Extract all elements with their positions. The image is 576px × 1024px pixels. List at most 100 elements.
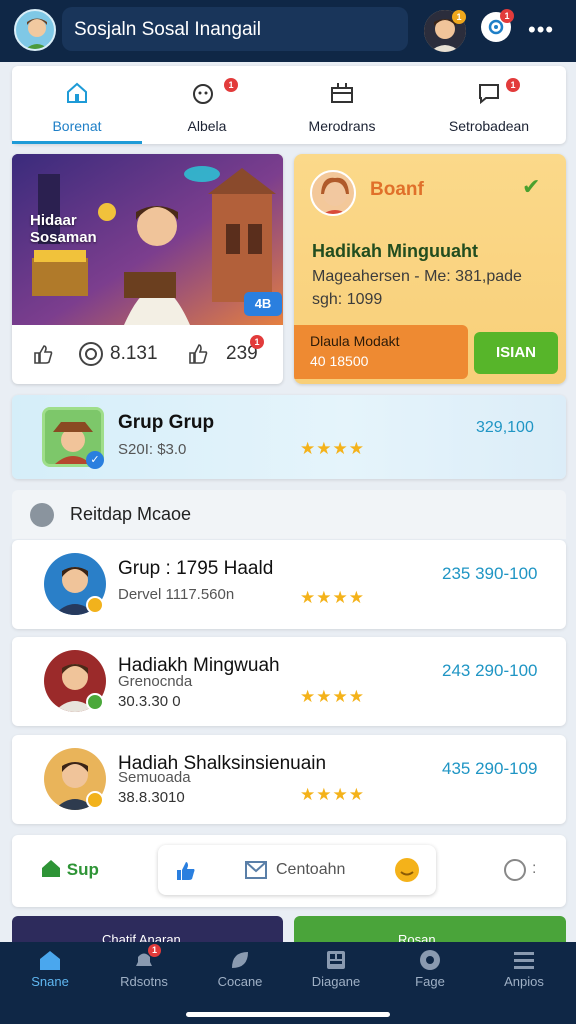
reward-info-title: Dlaula Modakt: [310, 333, 400, 349]
home-indicator[interactable]: [186, 1012, 390, 1017]
nav-label: Cocane: [217, 974, 263, 989]
top-app-bar: Sosjaln Sosal Inangail 1 1 •••: [0, 0, 576, 62]
message-bar[interactable]: Centoahn: [158, 845, 436, 895]
home-icon: [67, 82, 87, 103]
reward-badge-label: Boanf: [370, 179, 424, 200]
list-item-count: 435 290-109: [442, 759, 538, 778]
tab-label: Merodrans: [308, 118, 376, 134]
verified-icon: ✓: [86, 451, 104, 469]
rating-stars: ★★★★: [300, 785, 365, 804]
grid-icon: [327, 951, 345, 969]
nav-item-snane[interactable]: Snane: [2, 942, 98, 1024]
emoji-icon[interactable]: [394, 857, 420, 883]
notification-badge: 1: [500, 9, 514, 23]
tab-bar: Borenat 1 Albela Merodrans 1 Setrobadean: [12, 66, 566, 144]
nav-label: Rdsotns: [120, 974, 168, 989]
reward-info-value: 40 18500: [310, 353, 369, 369]
home-icon: [42, 860, 60, 877]
message-label: Centoahn: [276, 861, 346, 878]
featured-group-subtitle: S20I: $3.0: [118, 441, 187, 458]
reward-description-line: Mageahersen - Me: 381,pade: [312, 268, 522, 285]
post-tag-chip[interactable]: 4B: [244, 292, 282, 316]
list-item-value: 38.8.3010: [118, 789, 185, 806]
tab-setrobadean[interactable]: 1 Setrobadean: [412, 66, 566, 144]
featured-group-title: Grup Grup: [118, 412, 215, 433]
likes-badge: 1: [250, 335, 264, 349]
nav-label: Snane: [31, 974, 69, 989]
tab-badge: 1: [506, 78, 520, 92]
reward-description-line: sgh: 1099: [312, 291, 383, 308]
notification-icon: [193, 84, 213, 104]
featured-group-count: 329,100: [476, 419, 534, 436]
tab-albela[interactable]: 1 Albela: [142, 66, 272, 144]
home-shortcut-label: Sup: [66, 860, 99, 879]
tab-label: Borenat: [52, 118, 102, 134]
verified-badge-icon: [86, 693, 104, 711]
profile-badge: 1: [452, 10, 466, 24]
globe-icon: [420, 950, 440, 970]
home-icon: [40, 951, 60, 970]
tab-label: Setrobadean: [448, 118, 530, 134]
post-image-caption: Hidaar Sosaman: [30, 212, 97, 246]
section-header: Reitdap Mcaoe: [12, 490, 566, 539]
reward-title: Hadikah Minguuaht: [312, 241, 478, 261]
more-options-icon[interactable]: •••: [528, 17, 554, 43]
nav-badge: 1: [148, 944, 161, 957]
list-item[interactable]: Grup : 1795 Haald Dervel 1117.560n ★★★★ …: [12, 540, 566, 629]
status-toggle[interactable]: [504, 859, 526, 881]
list-item-subtitle: Grenocnda: [118, 673, 193, 690]
featured-post-card[interactable]: Hidaar Sosaman 4B 8.131 239 1: [12, 154, 283, 384]
post-illustration: Hidaar Sosaman 4B: [12, 154, 283, 325]
nav-label: Anpios: [504, 974, 544, 989]
tab-borenat[interactable]: Borenat: [12, 66, 142, 144]
rating-stars: ★★★★: [300, 588, 365, 607]
nav-label: Diagane: [311, 974, 361, 989]
thumbs-up-icon[interactable]: [32, 343, 54, 365]
more-dots-icon[interactable]: :: [532, 860, 536, 878]
reward-card[interactable]: Boanf ✔ Hadikah Minguuaht Mageahersen - …: [294, 154, 566, 384]
list-item[interactable]: Hadiakh Mingwuah Grenocnda 30.3.30 0 ★★★…: [12, 637, 566, 726]
inbox-icon: [331, 83, 353, 103]
tab-badge: 1: [224, 78, 238, 92]
checkmark-icon: ✔: [522, 174, 541, 199]
thumbs-up-icon[interactable]: [174, 859, 198, 883]
list-item-subtitle: Semuoada: [118, 769, 191, 786]
list-item-value: 30.3.30 0: [118, 693, 181, 710]
views-count: 8.131: [110, 343, 158, 364]
app-title: Sosjaln Sosal Inangail: [74, 19, 261, 40]
app-title-container: Sosjaln Sosal Inangail: [62, 7, 408, 51]
list-item-subtitle: Dervel 1117.560n: [118, 586, 235, 603]
reward-description: Mageahersen - Me: 381,pade sgh: 1099: [312, 265, 552, 311]
nav-item-rdsotns[interactable]: 1 Rdsotns: [96, 942, 192, 1024]
user-avatar-icon[interactable]: [14, 9, 56, 51]
coin-badge-icon: [86, 791, 104, 809]
chat-icon: [479, 84, 499, 105]
post-stats: 8.131 239 1: [12, 325, 283, 384]
tab-label: Albela: [187, 118, 227, 134]
section-title: Reitdap Mcaoe: [70, 504, 192, 524]
action-bar: Sup Centoahn :: [12, 835, 566, 907]
section-icon: [30, 503, 54, 527]
list-item[interactable]: Hadiah Shalksinsienuain Semuoada 38.8.30…: [12, 735, 566, 824]
coin-badge-icon: [86, 596, 104, 614]
reward-action-button[interactable]: ISIAN: [474, 332, 558, 374]
leaf-icon: [232, 952, 248, 968]
views-icon: [79, 342, 103, 366]
nav-item-anpios[interactable]: Anpios: [476, 942, 572, 1024]
mail-icon[interactable]: [244, 859, 268, 881]
list-item-title: Grup : 1795 Haald: [118, 558, 274, 579]
menu-icon: [514, 952, 534, 969]
reward-avatar: [310, 170, 356, 216]
tab-merodrans[interactable]: Merodrans: [272, 66, 412, 144]
nav-label: Fage: [415, 974, 445, 989]
rating-stars: ★★★★: [300, 687, 365, 706]
reward-info-strip: Dlaula Modakt 40 18500: [294, 325, 468, 379]
active-tab-indicator: [12, 141, 142, 144]
rating-stars: ★★★★: [300, 439, 365, 458]
featured-group-card[interactable]: ✓ Grup Grup S20I: $3.0 ★★★★ 329,100: [12, 395, 566, 479]
nav-item-fage[interactable]: Fage: [382, 942, 478, 1024]
list-item-count: 235 390-100: [442, 564, 538, 583]
list-item-count: 243 290-100: [442, 661, 538, 680]
like-icon[interactable]: [186, 342, 210, 366]
home-shortcut-button[interactable]: Sup: [40, 858, 99, 880]
